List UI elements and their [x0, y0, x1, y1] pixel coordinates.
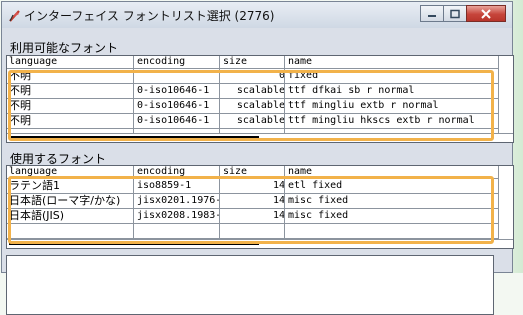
header-name[interactable]: name [286, 56, 312, 68]
column-divider[interactable] [219, 56, 220, 142]
cell-language: ラテン語1 [9, 179, 60, 192]
column-divider[interactable] [284, 56, 285, 142]
cell-language: 不明 [9, 99, 31, 112]
header-size[interactable]: size [221, 56, 247, 68]
cell-encoding: 0-iso10646-1 [137, 85, 210, 96]
cell-language: 不明 [9, 84, 31, 97]
table-row[interactable]: 日本語(ローマ字/かな) jisx0201.1976- 14 misc fixe… [7, 194, 499, 209]
cell-encoding: jisx0208.1983- [137, 210, 222, 221]
cell-name: etl fixed [288, 180, 343, 191]
cell-language: 不明 [9, 69, 31, 82]
cell-name: fixed [288, 70, 319, 81]
cell-size: scalable [236, 115, 285, 126]
minimize-button[interactable] [420, 5, 444, 22]
minimize-icon [428, 14, 436, 17]
cell-language: 不明 [9, 114, 31, 127]
maximize-button[interactable] [443, 5, 467, 22]
header-name[interactable]: name [286, 166, 312, 178]
table-header: language encoding size name [7, 166, 513, 179]
cell-name: ttf mingliu extb r normal [288, 100, 439, 111]
available-fonts-label: 利用可能なフォント [10, 41, 119, 55]
table-header: language encoding size name [7, 56, 513, 69]
header-size[interactable]: size [221, 166, 247, 178]
font-list-window: インターフェイス フォントリスト選択 (2776) 利用可能なフォント lang… [1, 1, 514, 315]
cell-encoding: 0-iso10646-1 [137, 115, 210, 126]
cell-encoding: iso8859-1 [137, 180, 192, 191]
table-row[interactable]: ラテン語1 iso8859-1 14 etl fixed [7, 179, 499, 194]
cell-language: 日本語(ローマ字/かな) [9, 194, 121, 207]
header-language[interactable]: language [7, 166, 57, 178]
close-button[interactable] [466, 5, 506, 22]
cell-name: misc fixed [288, 210, 349, 221]
used-fonts-table[interactable]: language encoding size name ラテン語1 iso885… [6, 165, 514, 249]
window-title: インターフェイス フォントリスト選択 (2776) [24, 9, 275, 23]
cell-size: scalable [236, 85, 285, 96]
scroll-thumb[interactable] [9, 136, 259, 139]
table-row[interactable]: 不明 0-iso10646-1 scalable ttf mingliu hks… [7, 114, 499, 129]
header-encoding[interactable]: encoding [135, 166, 185, 178]
title-bar[interactable]: インターフェイス フォントリスト選択 (2776) [2, 2, 512, 28]
table-row[interactable] [7, 224, 499, 239]
vertical-scrollbar[interactable] [498, 56, 513, 142]
column-divider[interactable] [133, 56, 134, 142]
feather-app-icon [8, 8, 22, 22]
cell-size: scalable [236, 100, 285, 111]
header-language[interactable]: language [7, 56, 57, 68]
close-icon [481, 8, 491, 19]
horizontal-scrollbar[interactable] [7, 239, 513, 248]
table-row[interactable]: 不明 0 fixed [7, 69, 499, 84]
cell-language: 日本語(JIS) [9, 209, 65, 222]
cell-encoding: 0-iso10646-1 [137, 100, 210, 111]
column-divider[interactable] [219, 166, 220, 248]
table-row[interactable]: 不明 0-iso10646-1 scalable ttf dfkai sb r … [7, 84, 499, 99]
table-row[interactable]: 日本語(JIS) jisx0208.1983- 14 misc fixed [7, 209, 499, 224]
column-divider[interactable] [284, 166, 285, 248]
cell-name: misc fixed [288, 195, 349, 206]
scroll-thumb[interactable] [9, 242, 259, 245]
window-controls [420, 5, 506, 23]
maximize-icon [450, 9, 460, 18]
dialog-content: 利用可能なフォント language encoding size name 不明… [6, 29, 514, 315]
table-row[interactable]: 不明 0-iso10646-1 scalable ttf mingliu ext… [7, 99, 499, 114]
available-fonts-table[interactable]: language encoding size name 不明 0 fixed 不… [6, 55, 514, 143]
vertical-scrollbar[interactable] [498, 166, 513, 248]
horizontal-scrollbar[interactable] [7, 133, 513, 142]
cell-name: ttf mingliu hkscs extb r normal [288, 115, 475, 126]
font-preview-area [6, 255, 494, 315]
column-divider[interactable] [133, 166, 134, 248]
cell-name: ttf dfkai sb r normal [288, 85, 415, 96]
cell-encoding: jisx0201.1976- [137, 195, 222, 206]
header-encoding[interactable]: encoding [135, 56, 185, 68]
